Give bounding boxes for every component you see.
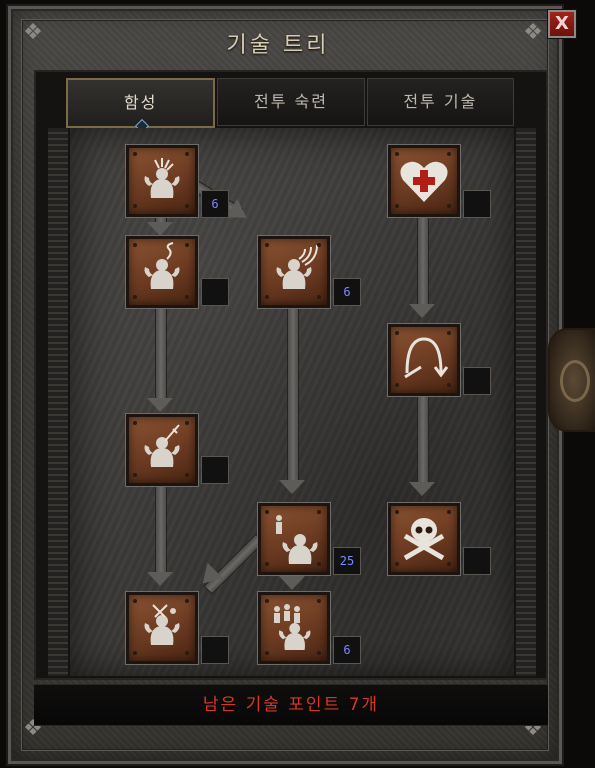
tab-warcries[interactable]: 함성 <box>66 78 216 134</box>
rivet-icon <box>317 562 321 566</box>
rivet-icon <box>447 331 451 335</box>
rivet-icon <box>265 599 269 603</box>
arrow-down-icon <box>409 482 435 496</box>
rivet-icon <box>265 243 269 247</box>
rivet-icon <box>133 243 137 247</box>
skill-level-health-heart <box>463 190 491 218</box>
rivet-icon <box>317 243 321 247</box>
connector <box>287 306 299 484</box>
tab-label: 함성 <box>123 93 158 112</box>
skill-level-taunt <box>201 456 229 484</box>
arrow-down-icon <box>147 572 173 586</box>
close-button[interactable]: X <box>548 10 576 38</box>
rivet-icon <box>447 204 451 208</box>
tab-label: 전투 숙련 <box>254 92 328 111</box>
skill-leap[interactable] <box>388 324 460 396</box>
arrow-down-icon <box>147 398 173 412</box>
rivet-icon <box>395 204 399 208</box>
connector <box>417 394 429 486</box>
rivet-icon <box>185 473 189 477</box>
rivet-icon <box>133 295 137 299</box>
skill-level-find-potion <box>201 278 229 306</box>
left-grille <box>48 128 68 676</box>
remaining-skill-points: 남은 기술 포인트 7개 <box>34 684 548 726</box>
skill-level-leap <box>463 367 491 395</box>
ornament-icon: ❖ <box>523 20 543 45</box>
tab-label: 전투 기술 <box>403 92 478 111</box>
tab-combat-skills[interactable]: 전투 기술 <box>366 78 514 126</box>
rivet-icon <box>265 562 269 566</box>
rivet-icon <box>395 152 399 156</box>
skill-level-battle-orders: 25 <box>333 547 361 575</box>
skill-grim-ward[interactable] <box>126 592 198 664</box>
book-clasp-icon <box>548 328 595 432</box>
arrow-down-icon <box>279 576 305 590</box>
rivet-icon <box>265 651 269 655</box>
rivet-icon <box>447 383 451 387</box>
skill-battle-command[interactable] <box>258 592 330 664</box>
rivet-icon <box>185 295 189 299</box>
right-grille <box>516 128 536 676</box>
rivet-icon <box>133 204 137 208</box>
rivet-icon <box>395 562 399 566</box>
rivet-icon <box>185 243 189 247</box>
rivet-icon <box>185 599 189 603</box>
skill-level-howl: 6 <box>201 190 229 218</box>
rivet-icon <box>185 651 189 655</box>
skill-level-war-cry <box>463 547 491 575</box>
rivet-icon <box>265 510 269 514</box>
rivet-icon <box>317 599 321 603</box>
skill-battle-orders[interactable] <box>258 503 330 575</box>
connector <box>155 306 167 404</box>
arrow-down-icon <box>409 304 435 318</box>
skill-level-grim-ward <box>201 636 229 664</box>
skill-level-shout: 6 <box>333 278 361 306</box>
connector <box>155 484 167 576</box>
rivet-icon <box>317 510 321 514</box>
rivet-icon <box>447 562 451 566</box>
rivet-icon <box>133 421 137 425</box>
connector <box>417 216 429 308</box>
rivet-icon <box>447 152 451 156</box>
rivet-icon <box>395 331 399 335</box>
arrow-down-icon <box>279 480 305 494</box>
rivet-icon <box>395 510 399 514</box>
tab-bar: 함성 전투 숙련 전투 기술 <box>66 78 516 134</box>
ornament-icon: ❖ <box>23 20 43 45</box>
skill-find-potion[interactable] <box>126 236 198 308</box>
arrow-down-icon <box>147 222 173 236</box>
rivet-icon <box>185 152 189 156</box>
rivet-icon <box>133 152 137 156</box>
skill-howl[interactable] <box>126 145 198 217</box>
rivet-icon <box>133 473 137 477</box>
rivet-icon <box>133 599 137 603</box>
rivet-icon <box>447 510 451 514</box>
rivet-icon <box>317 295 321 299</box>
skill-level-battle-command: 6 <box>333 636 361 664</box>
skill-health-heart[interactable] <box>388 145 460 217</box>
rivet-icon <box>317 651 321 655</box>
rivet-icon <box>395 383 399 387</box>
tab-combat-masteries[interactable]: 전투 숙련 <box>217 78 365 126</box>
skill-war-cry[interactable] <box>388 503 460 575</box>
window-title: 기술 트리 <box>226 33 330 58</box>
rivet-icon <box>185 421 189 425</box>
skill-shout[interactable] <box>258 236 330 308</box>
rivet-icon <box>133 651 137 655</box>
rivet-icon <box>185 204 189 208</box>
rivet-icon <box>265 295 269 299</box>
skill-taunt[interactable] <box>126 414 198 486</box>
